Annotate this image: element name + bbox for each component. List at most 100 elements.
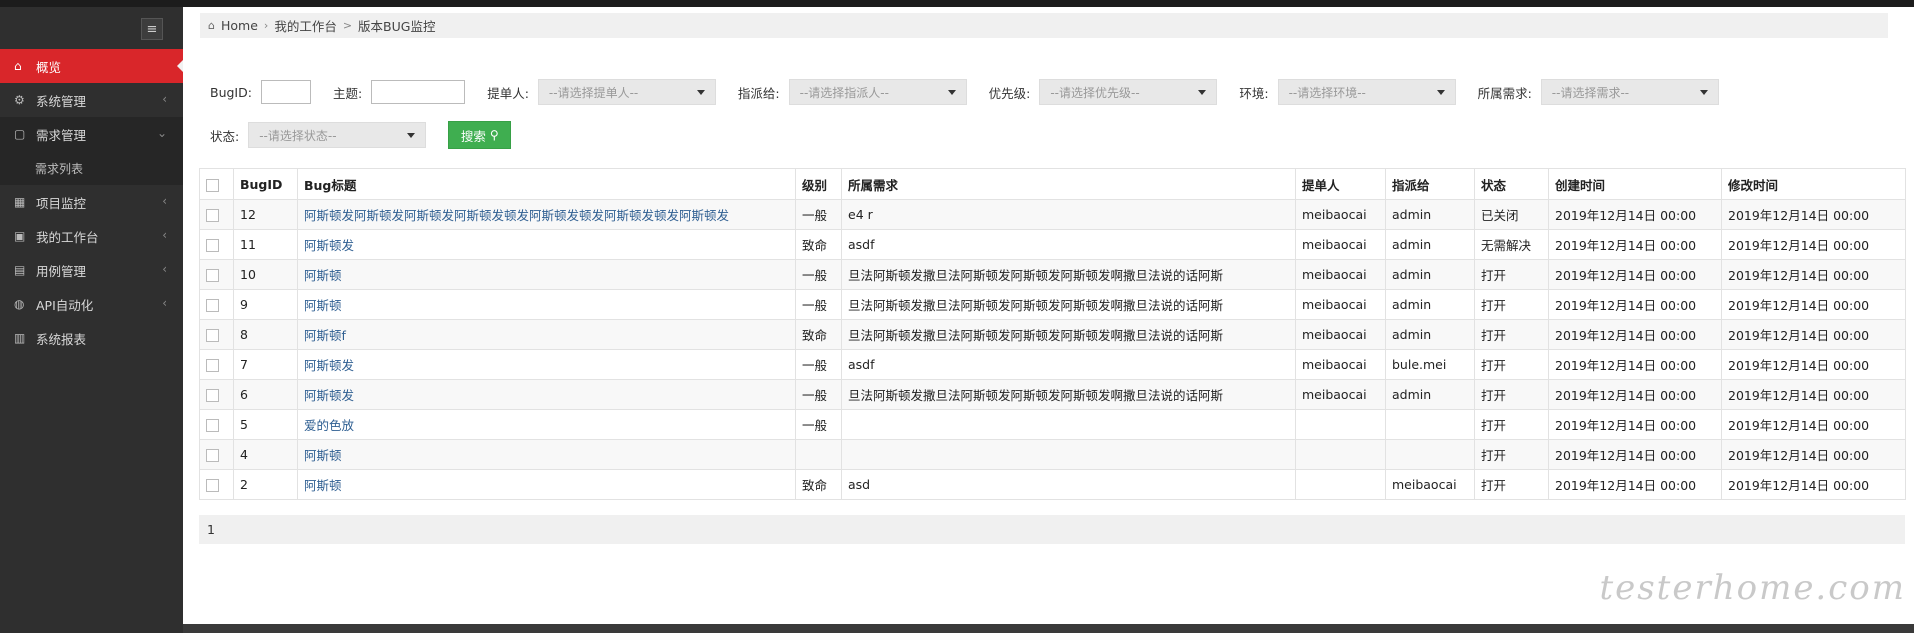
- sidebar-item-testcase-management[interactable]: ▤ 用例管理 ‹: [0, 253, 183, 287]
- reporter-select[interactable]: --请选择提单人--: [537, 79, 716, 105]
- row-select-cell[interactable]: [199, 319, 234, 350]
- column-header: BugID: [233, 168, 298, 200]
- requirement-select[interactable]: --请选择需求--: [1540, 79, 1719, 105]
- row-select-cell[interactable]: [199, 469, 234, 500]
- gift-icon: ▤: [14, 263, 26, 277]
- status-cell: 打开: [1474, 289, 1549, 320]
- table-row[interactable]: 2 阿斯顿 致命 asd meibaocai 打开 2019年12月14日 00:00 201…: [199, 469, 1906, 500]
- row-checkbox[interactable]: [206, 269, 219, 282]
- status-cell: 打开: [1474, 349, 1549, 380]
- select-all-checkbox[interactable]: [206, 178, 219, 192]
- row-select-cell[interactable]: [199, 259, 234, 290]
- row-checkbox[interactable]: [206, 299, 219, 312]
- priority-select[interactable]: --请选择优先级--: [1039, 79, 1218, 105]
- table-row[interactable]: 7 阿斯顿发 一般 asdf meibaocai bule.mei 打开 2019年12月14…: [199, 349, 1906, 380]
- bug-title-link[interactable]: 阿斯顿: [297, 469, 796, 500]
- caret-down-icon: [696, 90, 705, 95]
- bug-title-link[interactable]: 阿斯顿发阿斯顿发阿斯顿发阿斯顿发顿发阿斯顿发顿发阿斯顿发顿发阿斯顿发: [297, 199, 796, 230]
- bug-title-link[interactable]: 阿斯顿f: [297, 319, 796, 350]
- bug-title-link[interactable]: 阿斯顿发: [297, 379, 796, 410]
- sidebar-item-system-management[interactable]: ⚙ 系统管理 ‹: [0, 83, 183, 117]
- bug-title-link[interactable]: 爱的色放: [297, 409, 796, 440]
- sidebar-item-overview[interactable]: ⌂ 概览: [0, 49, 184, 83]
- sidebar-item-label: 系统报表: [36, 331, 87, 347]
- row-select-cell[interactable]: [199, 409, 234, 440]
- table-row[interactable]: 11 阿斯顿发 致命 asdf meibaocai admin 无需解决 2019年12月14…: [199, 229, 1906, 260]
- sidebar-subitem-requirement-list[interactable]: 需求列表: [0, 151, 183, 185]
- modified-time-cell: 2019年12月14日 00:00: [1721, 349, 1906, 380]
- bug-title-link[interactable]: 阿斯顿: [297, 289, 796, 320]
- created-time-cell: 2019年12月14日 00:00: [1548, 229, 1722, 260]
- row-checkbox[interactable]: [206, 449, 219, 462]
- table-header-row: BugID Bug标题 级别 所属需求 提单人 指派给 状态 创建时间 修改时间: [199, 168, 1906, 200]
- watermark: testerhome.com: [1599, 568, 1906, 608]
- menu-toggle-icon[interactable]: ≡: [141, 18, 163, 40]
- table-row[interactable]: 5 爱的色放 一般 打开 2019年12月14日 00:00 2019年12月14日 00…: [199, 409, 1906, 440]
- bug-title-link[interactable]: 阿斯顿: [297, 259, 796, 290]
- row-checkbox[interactable]: [206, 389, 219, 402]
- bug-title-link[interactable]: 阿斯顿发: [297, 229, 796, 260]
- table-row[interactable]: 10 阿斯顿 一般 旦法阿斯顿发撒旦法阿斯顿发阿斯顿发阿斯顿发啊撒旦法说的话阿斯 mei…: [199, 259, 1906, 290]
- status-select-placeholder: --请选择状态--: [259, 128, 337, 143]
- title-input[interactable]: [371, 80, 466, 104]
- search-button[interactable]: 搜索 ⚲: [448, 121, 512, 149]
- assignee-cell: admin: [1385, 289, 1475, 320]
- assignee-cell: admin: [1385, 199, 1475, 230]
- bug-title-link[interactable]: 阿斯顿发: [297, 349, 796, 380]
- modified-time-cell: 2019年12月14日 00:00: [1721, 259, 1906, 290]
- bugid-cell: 6: [233, 379, 298, 410]
- row-checkbox[interactable]: [206, 479, 219, 492]
- sidebar-item-requirement-management[interactable]: ▢ 需求管理 ⌄: [0, 117, 183, 151]
- column-header: 级别: [795, 168, 842, 200]
- sidebar-item-system-reports[interactable]: ▥ 系统报表: [0, 321, 183, 355]
- row-select-cell[interactable]: [199, 199, 234, 230]
- breadcrumb-home[interactable]: Home: [221, 18, 258, 33]
- breadcrumb-workbench[interactable]: 我的工作台: [274, 16, 337, 35]
- row-checkbox[interactable]: [206, 329, 219, 342]
- row-select-cell[interactable]: [199, 229, 234, 260]
- row-select-cell[interactable]: [199, 289, 234, 320]
- bugid-cell: 10: [233, 259, 298, 290]
- table-icon: ▦: [14, 195, 26, 209]
- row-select-cell[interactable]: [199, 379, 234, 410]
- sidebar-item-my-workbench[interactable]: ▣ 我的工作台 ‹: [0, 219, 183, 253]
- row-select-cell[interactable]: [199, 439, 234, 470]
- table-row[interactable]: 6 阿斯顿发 一般 旦法阿斯顿发撒旦法阿斯顿发阿斯顿发阿斯顿发啊撒旦法说的话阿斯 mei…: [199, 379, 1906, 410]
- requirement-cell: asd: [841, 469, 1296, 500]
- row-checkbox[interactable]: [206, 359, 219, 372]
- table-row[interactable]: 9 阿斯顿 一般 旦法阿斯顿发撒旦法阿斯顿发阿斯顿发阿斯顿发啊撒旦法说的话阿斯 meib…: [199, 289, 1906, 320]
- env-select[interactable]: --请选择环境--: [1277, 79, 1456, 105]
- status-select[interactable]: --请选择状态--: [248, 122, 427, 148]
- created-time-cell: 2019年12月14日 00:00: [1548, 379, 1722, 410]
- bug-title-link[interactable]: 阿斯顿: [297, 439, 796, 470]
- created-time-cell: 2019年12月14日 00:00: [1548, 199, 1722, 230]
- top-bar: [0, 0, 1914, 7]
- assignee-label: 指派给:: [737, 85, 780, 101]
- page-number[interactable]: 1: [207, 522, 215, 537]
- select-all-cell[interactable]: [199, 168, 234, 200]
- level-cell: 一般: [795, 199, 842, 230]
- bottom-strip: [183, 624, 1914, 633]
- table-row[interactable]: 4 阿斯顿 打开 2019年12月14日 00:00 2019年12月14日 00:00: [199, 439, 1906, 470]
- requirement-cell: 旦法阿斯顿发撒旦法阿斯顿发阿斯顿发阿斯顿发啊撒旦法说的话阿斯: [841, 379, 1296, 410]
- chevron-down-icon: ⌄: [156, 126, 167, 140]
- table-row[interactable]: 8 阿斯顿f 致命 旦法阿斯顿发撒旦法阿斯顿发阿斯顿发阿斯顿发啊撒旦法说的话阿斯 mei…: [199, 319, 1906, 350]
- row-checkbox[interactable]: [206, 209, 219, 222]
- row-checkbox[interactable]: [206, 239, 219, 252]
- column-header: Bug标题: [297, 168, 796, 200]
- status-cell: 无需解决: [1474, 229, 1549, 260]
- row-select-cell[interactable]: [199, 349, 234, 380]
- assignee-select[interactable]: --请选择指派人--: [788, 79, 967, 105]
- sidebar-item-project-monitoring[interactable]: ▦ 项目监控 ‹: [0, 185, 183, 219]
- row-checkbox[interactable]: [206, 419, 219, 432]
- table-row[interactable]: 12 阿斯顿发阿斯顿发阿斯顿发阿斯顿发顿发阿斯顿发顿发阿斯顿发顿发阿斯顿发 一般 e4…: [199, 199, 1906, 230]
- sidebar-item-api-automation[interactable]: ◍ API自动化 ‹: [0, 287, 183, 321]
- sidebar-header: ≡: [0, 7, 183, 41]
- bugid-input[interactable]: [260, 80, 311, 104]
- column-header: 所属需求: [841, 168, 1296, 200]
- requirement-cell: [841, 439, 1296, 470]
- sidebar-item-label: API自动化: [36, 297, 94, 313]
- level-cell: 一般: [795, 409, 842, 440]
- status-cell: 打开: [1474, 319, 1549, 350]
- assignee-cell: admin: [1385, 319, 1475, 350]
